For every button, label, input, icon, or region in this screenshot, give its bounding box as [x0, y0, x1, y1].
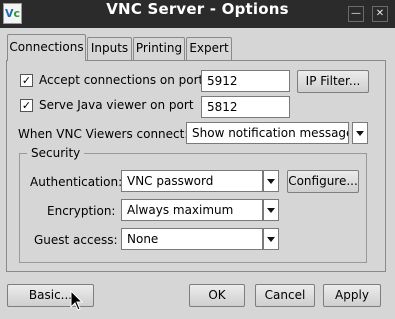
title-bar: Vc VNC Server - Options — ✕	[0, 0, 395, 28]
security-group-title: Security	[27, 146, 85, 160]
close-button[interactable]: ✕	[372, 6, 388, 22]
when-connect-select[interactable]: Show notification message	[186, 122, 349, 144]
ip-filter-button[interactable]: IP Filter...	[297, 70, 369, 93]
minimize-button[interactable]: —	[348, 6, 364, 22]
guest-access-dropdown-icon[interactable]	[263, 228, 279, 250]
mouse-cursor-icon	[70, 290, 84, 311]
when-connect-dropdown-icon[interactable]	[352, 122, 368, 144]
encryption-label: Encryption:	[47, 204, 116, 218]
tab-inputs[interactable]: Inputs	[87, 37, 132, 60]
guest-access-label: Guest access:	[34, 233, 118, 247]
java-viewer-label: Serve Java viewer on port	[39, 98, 194, 112]
tab-printing[interactable]: Printing	[133, 37, 185, 60]
encryption-select[interactable]: Always maximum	[121, 199, 263, 221]
tab-connections[interactable]: Connections	[7, 34, 86, 61]
close-icon: ✕	[375, 8, 385, 19]
when-connect-label: When VNC Viewers connect:	[18, 127, 189, 141]
window-title: VNC Server - Options	[106, 0, 289, 18]
accept-connections-label: Accept connections on port	[39, 73, 204, 87]
authentication-select[interactable]: VNC password	[121, 170, 263, 192]
configure-button[interactable]: Configure...	[287, 170, 359, 193]
accept-port-input[interactable]: 5912	[201, 70, 290, 92]
encryption-dropdown-icon[interactable]	[263, 199, 279, 221]
java-port-input[interactable]: 5812	[201, 96, 290, 118]
accept-connections-checkbox[interactable]: ✓	[20, 74, 33, 87]
authentication-label: Authentication:	[30, 175, 123, 189]
ok-button[interactable]: OK	[189, 284, 245, 307]
java-viewer-checkbox[interactable]: ✓	[20, 99, 33, 112]
cancel-button[interactable]: Cancel	[255, 284, 315, 307]
apply-button[interactable]: Apply	[323, 284, 381, 307]
minimize-icon: —	[351, 8, 361, 19]
authentication-dropdown-icon[interactable]	[263, 170, 279, 192]
guest-access-select[interactable]: None	[121, 228, 263, 250]
tab-expert[interactable]: Expert	[186, 37, 232, 60]
